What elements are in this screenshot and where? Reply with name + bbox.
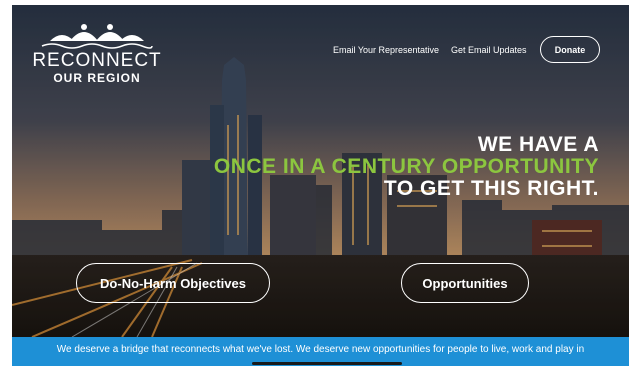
hero-headline-line2: ONCE IN A CENTURY OPPORTUNITY (213, 155, 599, 178)
page-frame: RECONNECT OUR REGION Email Your Represen… (12, 5, 629, 366)
nav-email-updates-link[interactable]: Get Email Updates (451, 45, 527, 55)
logo-title: RECONNECT (32, 50, 162, 71)
donate-button[interactable]: Donate (540, 36, 600, 63)
bridge-figures-icon (41, 24, 153, 49)
opportunities-button[interactable]: Opportunities (401, 263, 529, 303)
site-logo[interactable]: RECONNECT OUR REGION (32, 19, 162, 89)
do-no-harm-objectives-button[interactable]: Do-No-Harm Objectives (76, 263, 270, 303)
banner-text: We deserve a bridge that reconnects what… (56, 344, 585, 355)
hero-headline-line1: WE HAVE A (477, 133, 599, 156)
hero-headline-line3: TO GET THIS RIGHT. (383, 177, 599, 200)
logo-subtitle: OUR REGION (53, 71, 141, 85)
home-indicator-bar (252, 362, 402, 365)
nav-email-representative-link[interactable]: Email Your Representative (333, 45, 439, 55)
